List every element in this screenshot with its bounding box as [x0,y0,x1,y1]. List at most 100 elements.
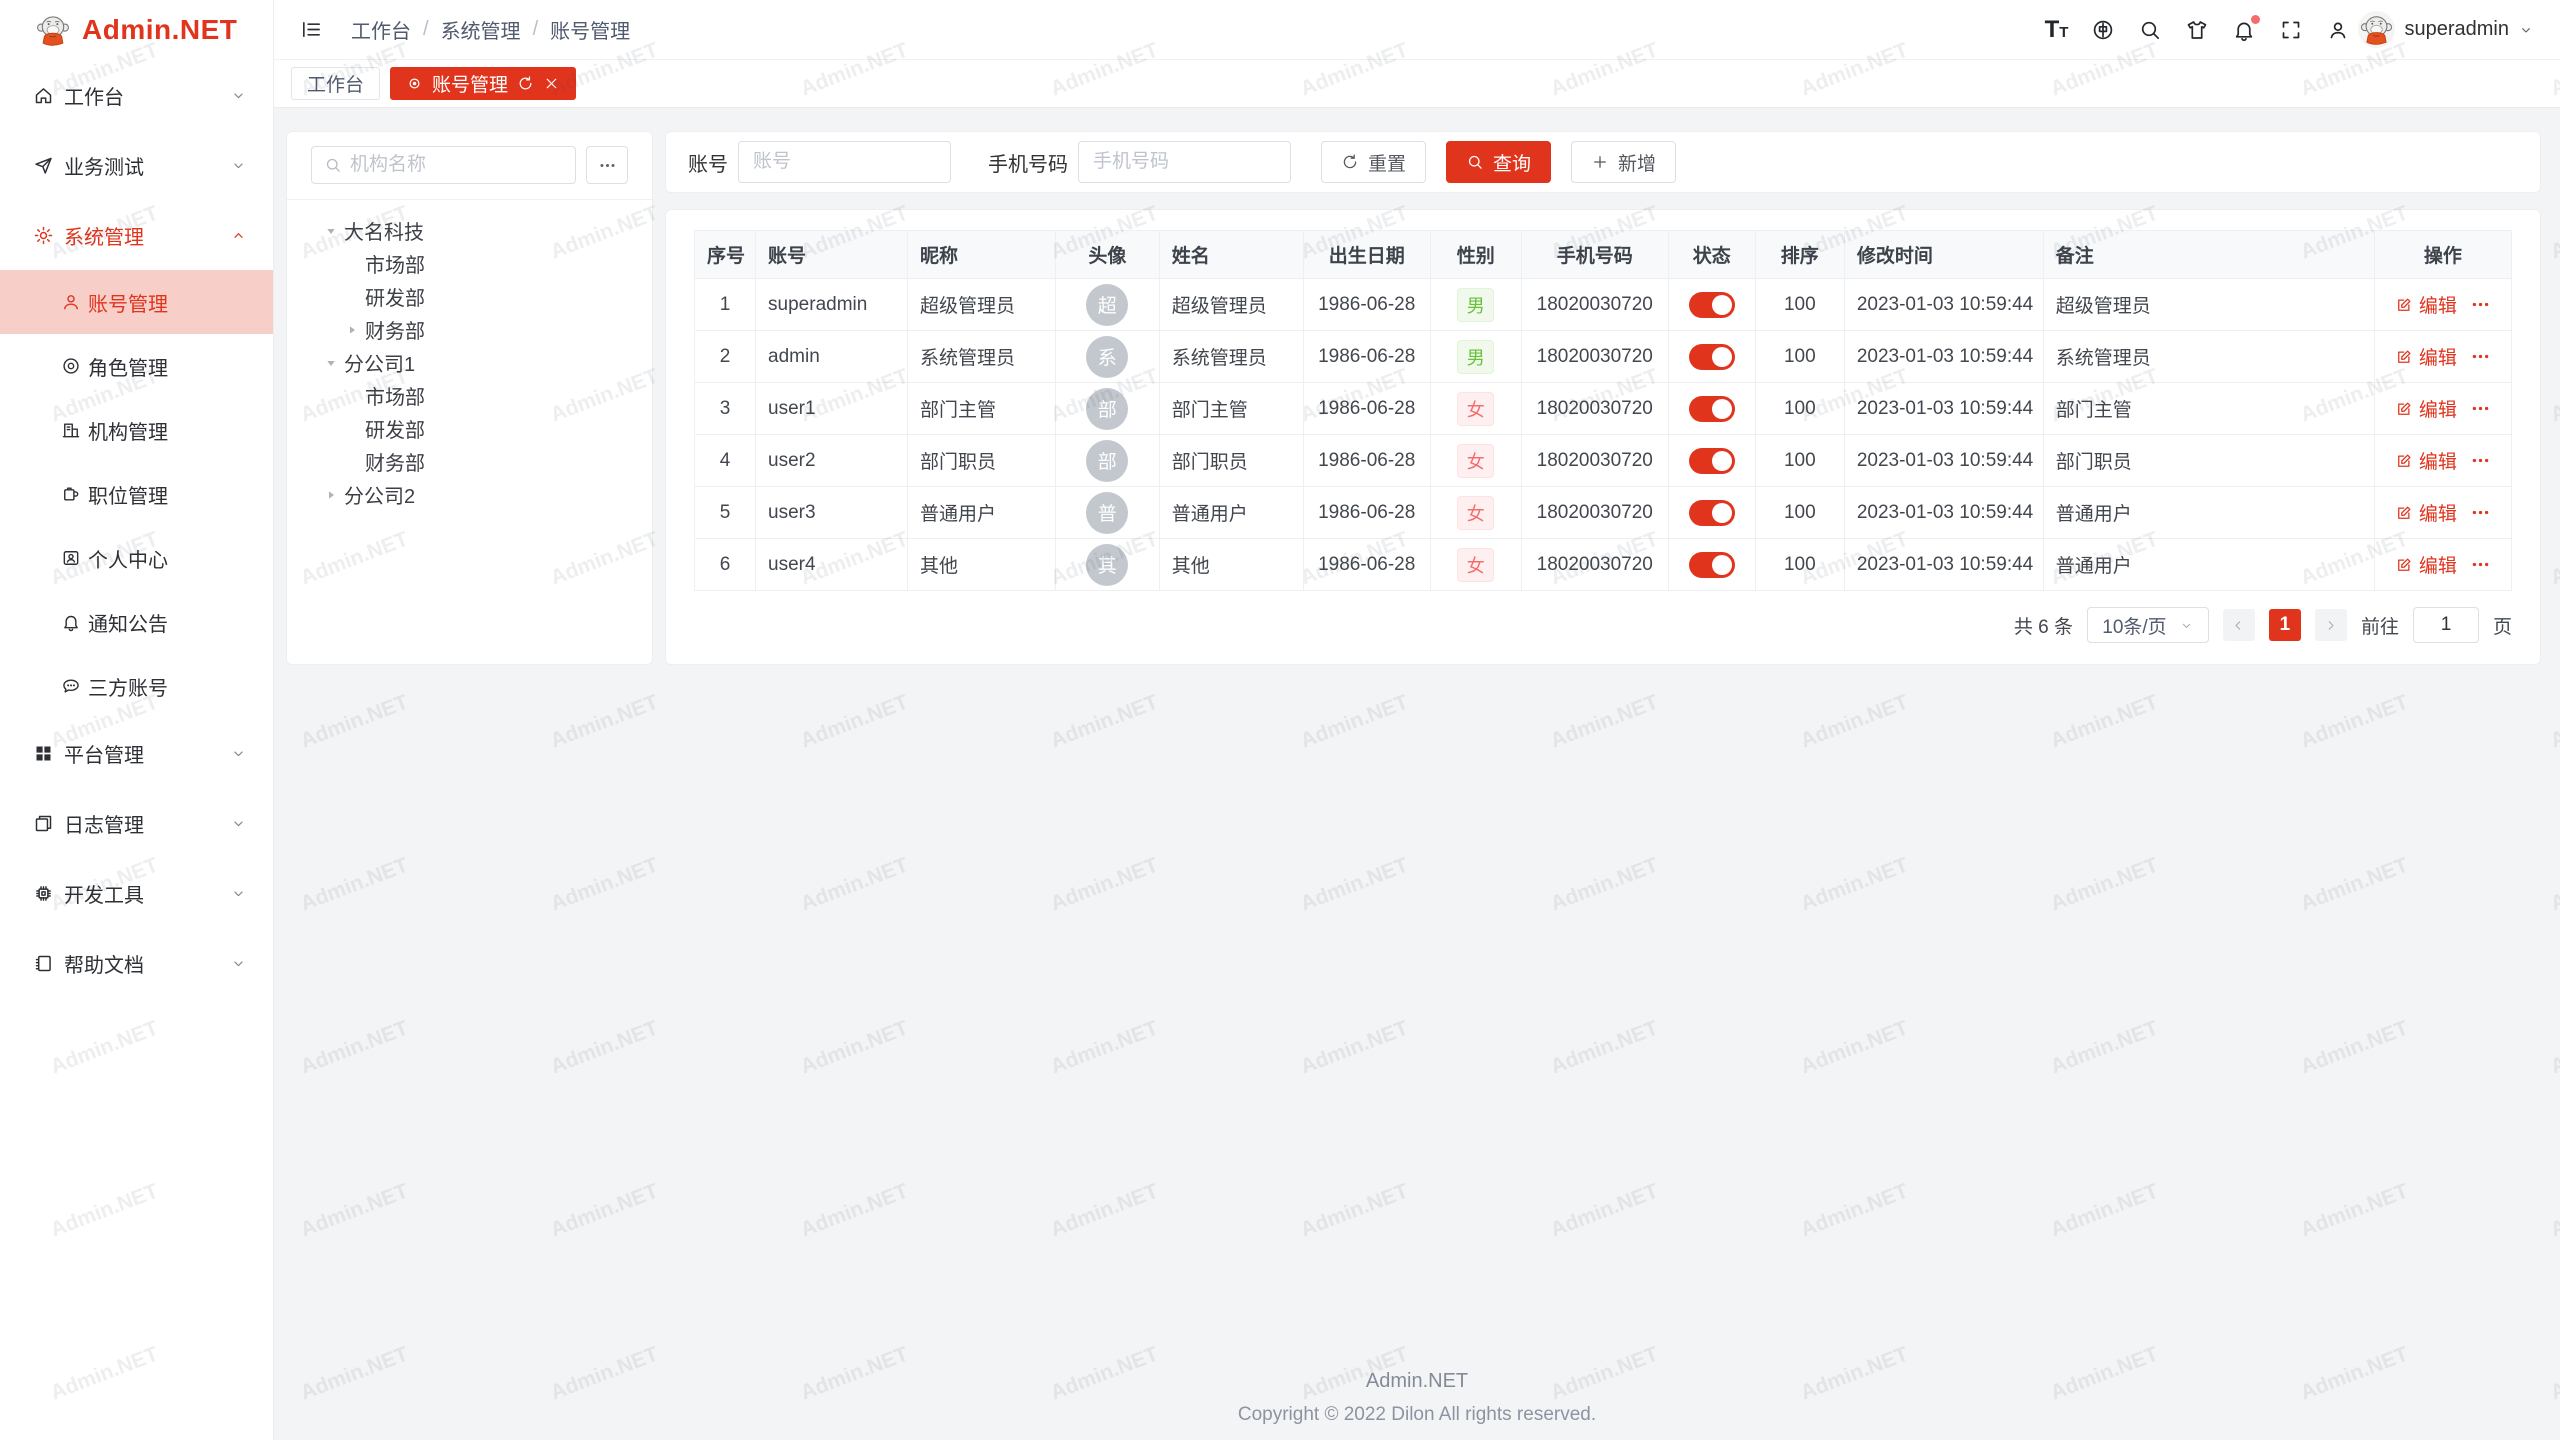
add-button[interactable]: 新增 [1571,141,1676,183]
profile-icon[interactable] [2326,18,2350,42]
edit-button[interactable]: 编辑 [2395,499,2457,526]
edit-button[interactable]: 编辑 [2395,551,2457,578]
search-icon[interactable] [2138,18,2162,42]
tree-node[interactable]: 市场部 [287,379,652,412]
role-icon [61,356,81,376]
edit-button[interactable]: 编辑 [2395,291,2457,318]
page-size-select[interactable]: 10条/页 [2087,607,2209,643]
account-filter-input[interactable] [738,141,951,183]
avatar [2358,11,2395,48]
tree-node[interactable]: 市场部 [287,247,652,280]
page-size-value: 10条/页 [2102,612,2166,639]
home-icon [33,85,54,106]
tab-account-mgmt[interactable]: 账号管理 [390,67,576,100]
chevron-right-icon [2323,618,2338,633]
edit-button[interactable]: 编辑 [2395,395,2457,422]
cell-gender: 男 [1430,331,1521,383]
edit-button[interactable]: 编辑 [2395,343,2457,370]
table-row: 2admin系统管理员系系统管理员1986-06-28男180200307201… [695,331,2512,383]
doc-icon [33,953,54,974]
more-actions-icon[interactable] [2470,450,2491,471]
sidebar-item-system-mgmt[interactable]: 系统管理 [0,200,273,270]
sidebar-item-workbench[interactable]: 工作台 [0,60,273,130]
cell-status [1668,539,1755,591]
col-gender: 性别 [1430,231,1521,279]
font-size-icon[interactable]: TT [2044,18,2068,42]
breadcrumb-item[interactable]: 账号管理 [550,15,630,44]
sidebar-item-help-docs[interactable]: 帮助文档 [0,928,273,998]
tab-close-icon[interactable] [543,75,560,92]
cell-name: 部门职员 [1159,435,1303,487]
collapse-menu-icon[interactable] [300,18,323,41]
sidebar: Admin.NET 工作台业务测试系统管理账号管理角色管理机构管理职位管理个人中… [0,0,274,1440]
notification-icon[interactable] [2232,18,2256,42]
tree-node-label: 研发部 [365,414,425,443]
more-actions-icon[interactable] [2470,398,2491,419]
sidebar-item-position-mgmt[interactable]: 职位管理 [0,462,273,526]
tree-node[interactable]: 大名科技 [287,214,652,247]
avatar: 普 [1086,492,1128,534]
filter-panel: 账号 手机号码 重置 查询 新增 [665,131,2541,193]
prev-page-button[interactable] [2223,609,2255,641]
status-toggle[interactable] [1689,500,1735,526]
tree-node[interactable]: 研发部 [287,412,652,445]
sidebar-item-notice[interactable]: 通知公告 [0,590,273,654]
sidebar-item-label: 帮助文档 [64,949,230,978]
edit-button-label: 编辑 [2419,291,2457,318]
next-page-button[interactable] [2315,609,2347,641]
org-more-button[interactable] [586,146,628,184]
cell-account: user3 [756,487,908,539]
col-order: 排序 [1755,231,1844,279]
more-actions-icon[interactable] [2470,554,2491,575]
status-toggle[interactable] [1689,552,1735,578]
row-actions: 编辑 [2387,499,2499,526]
more-actions-icon[interactable] [2470,346,2491,367]
language-icon[interactable] [2091,18,2115,42]
reset-button-label: 重置 [1368,149,1406,176]
tab-refresh-icon[interactable] [517,75,534,92]
edit-button[interactable]: 编辑 [2395,447,2457,474]
more-actions-icon[interactable] [2470,502,2491,523]
status-toggle[interactable] [1689,448,1735,474]
sidebar-item-account-mgmt[interactable]: 账号管理 [0,270,273,334]
cell-actions: 编辑 [2374,331,2511,383]
tree-node[interactable]: 财务部 [287,313,652,346]
edit-icon [2395,556,2413,574]
sidebar-item-log-mgmt[interactable]: 日志管理 [0,788,273,858]
cell-index: 1 [695,279,756,331]
phone-filter-input[interactable] [1078,141,1291,183]
status-toggle[interactable] [1689,292,1735,318]
fullscreen-icon[interactable] [2279,18,2303,42]
more-actions-icon[interactable] [2470,294,2491,315]
status-toggle[interactable] [1689,396,1735,422]
user-menu[interactable]: superadmin [2358,11,2534,48]
bell-icon [61,612,81,632]
tree-node[interactable]: 财务部 [287,445,652,478]
reset-button[interactable]: 重置 [1321,141,1426,183]
search-button[interactable]: 查询 [1446,141,1551,183]
goto-page-input[interactable] [2413,607,2479,643]
sidebar-item-personal-center[interactable]: 个人中心 [0,526,273,590]
gear-icon [33,225,54,246]
org-search-input[interactable] [350,154,563,176]
sidebar-item-platform-mgmt[interactable]: 平台管理 [0,718,273,788]
cell-gender: 女 [1430,435,1521,487]
refresh-icon [1341,153,1359,171]
row-actions: 编辑 [2387,551,2499,578]
breadcrumb-item[interactable]: 工作台 [351,15,411,44]
tab-workbench[interactable]: 工作台 [291,67,380,100]
sidebar-item-org-mgmt[interactable]: 机构管理 [0,398,273,462]
sidebar-item-role-mgmt[interactable]: 角色管理 [0,334,273,398]
sidebar-item-third-party-account[interactable]: 三方账号 [0,654,273,718]
logo-monkey-icon [34,11,72,49]
tree-node[interactable]: 分公司2 [287,478,652,511]
tree-node[interactable]: 分公司1 [287,346,652,379]
sidebar-item-dev-tools[interactable]: 开发工具 [0,858,273,928]
current-page-button[interactable]: 1 [2269,609,2301,641]
status-toggle[interactable] [1689,344,1735,370]
org-tree-panel: 大名科技市场部研发部财务部分公司1市场部研发部财务部分公司2 [286,131,653,665]
sidebar-item-business-test[interactable]: 业务测试 [0,130,273,200]
theme-icon[interactable] [2185,18,2209,42]
tree-node[interactable]: 研发部 [287,280,652,313]
breadcrumb-item[interactable]: 系统管理 [441,15,521,44]
